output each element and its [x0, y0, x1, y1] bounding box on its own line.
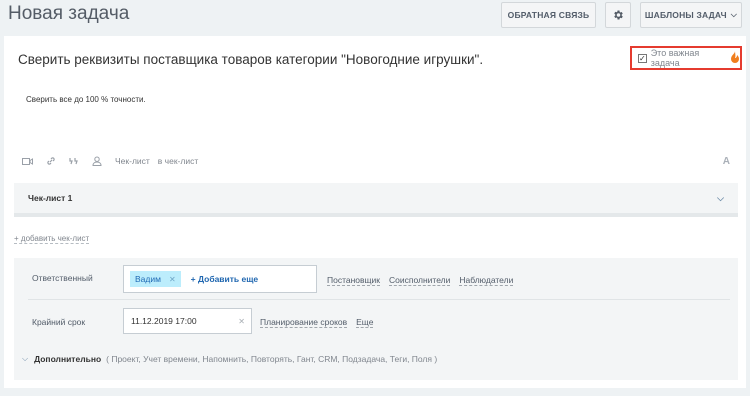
chevron-down-icon: ⌵: [22, 354, 29, 363]
add-checklist-link[interactable]: + добавить чек-лист: [14, 234, 90, 244]
divider: [28, 299, 730, 300]
chevron-down-icon[interactable]: ⌵: [717, 193, 724, 204]
role-link-creator[interactable]: Постановщик: [327, 275, 381, 286]
link-icon[interactable]: [46, 156, 56, 166]
role-link-coexecutors[interactable]: Соисполнители: [389, 275, 451, 286]
quote-icon[interactable]: [69, 157, 79, 165]
responsible-field[interactable]: Вадим ✕ + Добавить еще: [123, 265, 317, 293]
task-description[interactable]: Сверить все до 100 % точности.: [26, 95, 146, 104]
close-icon[interactable]: ✕: [169, 275, 176, 284]
additional-options: ( Проект, Учет времени, Напомнить, Повто…: [106, 354, 438, 364]
clear-icon[interactable]: ✕: [238, 317, 245, 326]
user-chip-name: Вадим: [135, 274, 161, 284]
editor-toolbar: Чек-лист в чек-лист A: [22, 154, 736, 168]
fire-icon: [730, 50, 740, 66]
checklist-header[interactable]: Чек-лист 1 ⌵: [14, 183, 738, 217]
important-checkbox[interactable]: ✓: [638, 53, 647, 63]
feedback-button[interactable]: ОБРАТНАЯ СВЯЗЬ: [501, 2, 596, 28]
additional-label[interactable]: Дополнительно: [34, 354, 101, 364]
task-details-panel: Ответственный Вадим ✕ + Добавить еще Пос…: [14, 258, 738, 380]
checklist-tool[interactable]: Чек-лист: [115, 156, 150, 166]
settings-button[interactable]: [605, 2, 631, 28]
gear-icon: [614, 10, 623, 20]
templates-button[interactable]: ШАБЛОНЫ ЗАДАЧ ⌵: [640, 2, 742, 28]
page-header: Новая задача ОБРАТНАЯ СВЯЗЬ ШАБЛОНЫ ЗАДА…: [0, 0, 750, 34]
to-checklist-tool[interactable]: в чек-лист: [158, 156, 198, 166]
task-title[interactable]: Сверить реквизиты поставщика товаров кат…: [18, 52, 483, 67]
deadline-input[interactable]: 11.12.2019 17:00 ✕: [123, 308, 252, 334]
chevron-down-icon: ⌵: [730, 10, 738, 19]
page-title: Новая задача: [8, 3, 130, 24]
deadline-label: Крайний срок: [32, 317, 86, 327]
role-link-observers[interactable]: Наблюдатели: [459, 275, 514, 286]
text-format-icon[interactable]: A: [723, 156, 730, 167]
deadline-value: 11.12.2019 17:00: [131, 316, 197, 326]
role-links: Постановщик Соисполнители Наблюдатели: [327, 275, 522, 286]
important-task-toggle[interactable]: ✓ Это важная задача: [630, 46, 742, 70]
deadline-planning-link[interactable]: Планирование сроков: [260, 317, 348, 328]
checklist-title: Чек-лист 1: [28, 193, 73, 203]
responsible-label: Ответственный: [32, 273, 93, 283]
mention-user-icon[interactable]: [92, 156, 102, 166]
important-label: Это важная задача: [650, 48, 700, 68]
deadline-links: Планирование сроков Еще: [260, 317, 382, 328]
deadline-more-link[interactable]: Еще: [356, 317, 374, 328]
video-icon[interactable]: [22, 157, 33, 166]
user-chip[interactable]: Вадим ✕: [130, 271, 181, 287]
task-form: Сверить реквизиты поставщика товаров кат…: [4, 36, 746, 388]
additional-section[interactable]: ⌵ Дополнительно ( Проект, Учет времени, …: [22, 354, 437, 364]
templates-label: ШАБЛОНЫ ЗАДАЧ: [644, 10, 727, 20]
add-more-button[interactable]: + Добавить еще: [191, 274, 258, 284]
